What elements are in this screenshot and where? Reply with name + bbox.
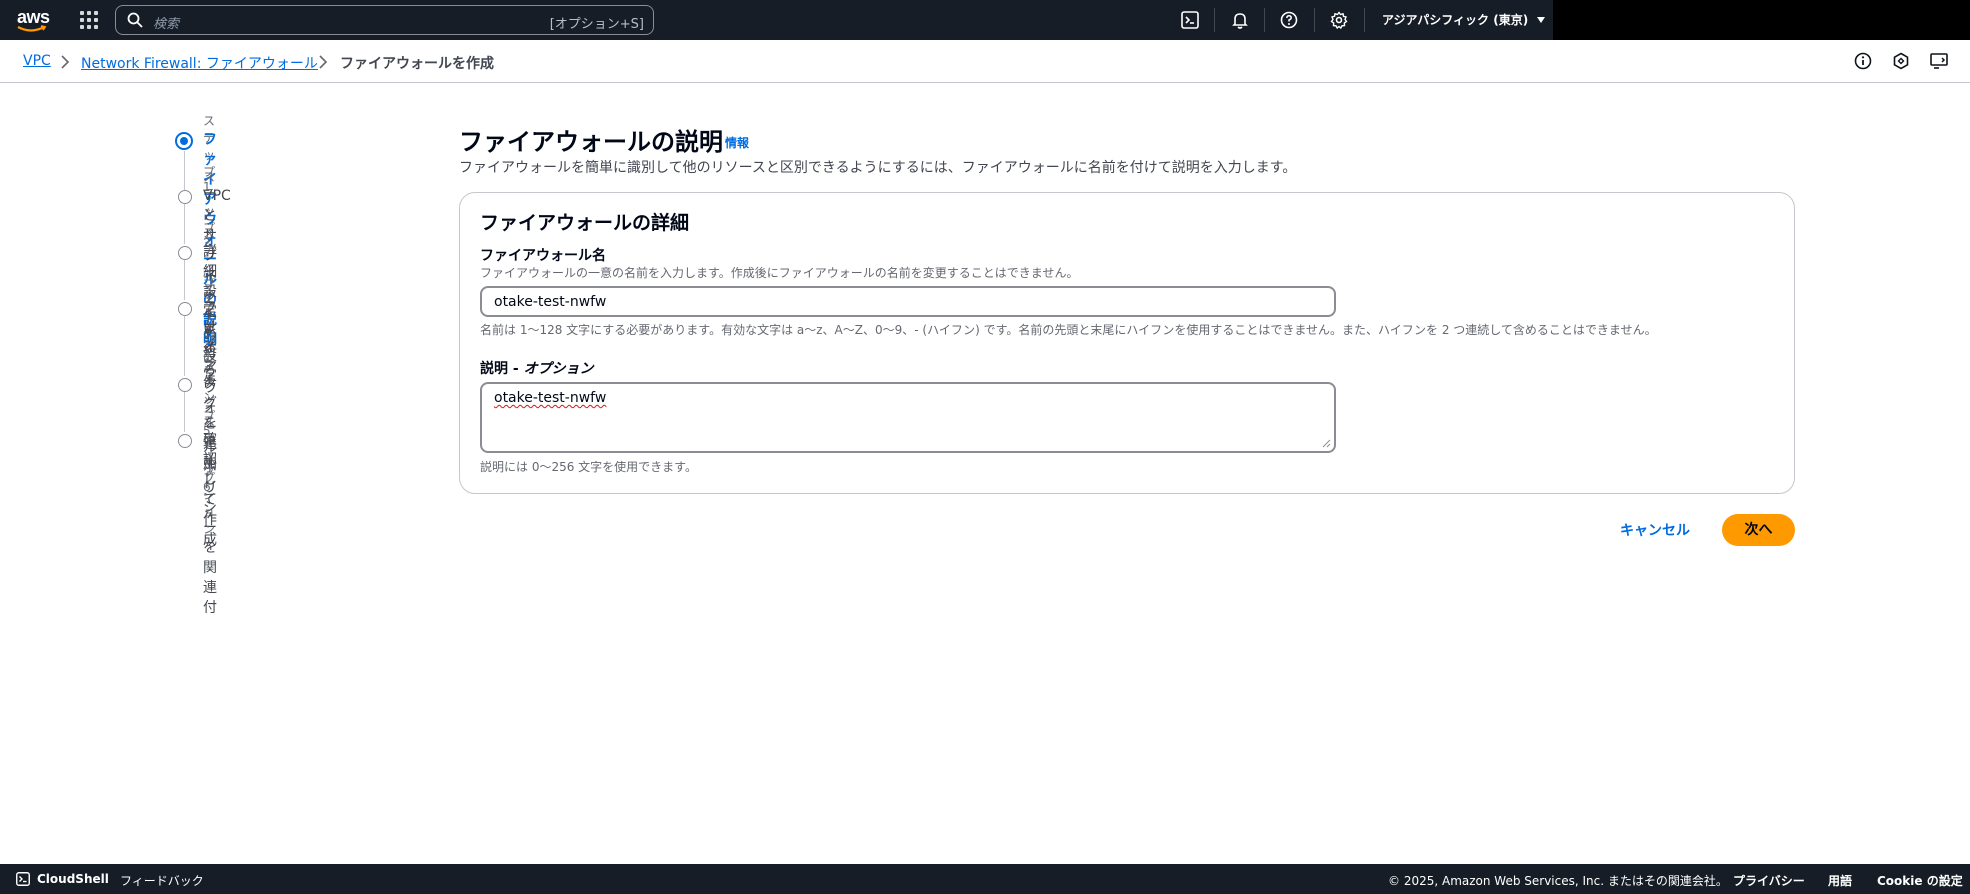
- services-menu-icon[interactable]: [80, 11, 98, 29]
- nav-divider: [1264, 8, 1265, 32]
- nav-right-area: [1553, 0, 1970, 40]
- step-1-indicator: [175, 132, 193, 150]
- step-6-indicator: [178, 434, 192, 448]
- footer: CloudShell フィードバック © 2025, Amazon Web Se…: [0, 864, 1970, 894]
- breadcrumb-network-firewall[interactable]: Network Firewall: ファイアウォール: [81, 53, 318, 73]
- tutorial-panel-icon[interactable]: [1930, 52, 1948, 70]
- info-panel-icon[interactable]: [1854, 52, 1872, 70]
- firewall-name-input[interactable]: otake-test-nwfw: [480, 286, 1336, 317]
- step-connector: [184, 204, 185, 244]
- page-description: ファイアウォールを簡単に識別して他のリソースと区別できるようにするには、ファイア…: [459, 160, 1297, 176]
- breadcrumb-vpc[interactable]: VPC: [23, 53, 51, 69]
- amazon-q-icon[interactable]: [1892, 52, 1910, 70]
- breadcrumb-current: ファイアウォールを作成: [340, 56, 494, 72]
- help-icon[interactable]: [1280, 11, 1298, 29]
- firewall-details-container: ファイアウォールの詳細 ファイアウォール名 ファイアウォールの一意の名前を入力し…: [459, 192, 1795, 494]
- next-button[interactable]: 次へ: [1722, 514, 1795, 546]
- step-connector: [184, 392, 185, 432]
- resize-handle-icon[interactable]: [1322, 439, 1331, 448]
- firewall-name-value: otake-test-nwfw: [494, 294, 607, 310]
- feedback-link[interactable]: フィードバック: [120, 872, 204, 889]
- terms-link[interactable]: 用語: [1828, 872, 1852, 889]
- step-5-indicator: [178, 378, 192, 392]
- nav-divider: [1214, 8, 1215, 32]
- copyright-text: © 2025, Amazon Web Services, Inc. またはその関…: [1388, 874, 1728, 888]
- caret-down-icon: [1537, 17, 1546, 23]
- top-navigation: aws 検索 [オプション+S] アジアパシフィック (東京): [0, 0, 1970, 40]
- step-4-title-line2: ける: [203, 320, 217, 356]
- cloudshell-link[interactable]: CloudShell: [37, 872, 109, 886]
- cloudshell-footer-icon: [16, 872, 30, 886]
- cancel-button[interactable]: キャンセル: [1620, 520, 1690, 540]
- cookie-settings-link[interactable]: Cookie の設定: [1877, 872, 1963, 889]
- firewall-name-description: ファイアウォールの一意の名前を入力します。作成後にファイアウォールの名前を変更す…: [480, 266, 1079, 280]
- cloudshell-icon[interactable]: [1181, 11, 1199, 29]
- chevron-right-icon: [319, 55, 328, 69]
- search-icon: [127, 12, 143, 28]
- step-6-title: 確認して作成: [203, 432, 217, 548]
- step-3-indicator: [178, 246, 192, 260]
- step-connector: [184, 151, 185, 190]
- aws-smile-icon: [17, 25, 47, 32]
- privacy-link[interactable]: プライバシー: [1733, 872, 1805, 889]
- breadcrumb: VPC Network Firewall: ファイアウォール ファイアウォールを…: [0, 40, 1970, 83]
- nav-divider: [1314, 8, 1315, 32]
- step-4-indicator: [178, 302, 192, 316]
- page-title: ファイアウォールの説明: [459, 128, 723, 156]
- container-heading: ファイアウォールの詳細: [480, 212, 690, 234]
- description-textarea[interactable]: otake-test-nwfw: [480, 382, 1336, 453]
- region-selector[interactable]: アジアパシフィック (東京): [1382, 11, 1546, 28]
- info-link[interactable]: 情報: [725, 134, 749, 151]
- optional-label: オプション: [523, 361, 594, 377]
- bell-icon[interactable]: [1231, 11, 1249, 29]
- search-placeholder: 検索: [153, 17, 180, 32]
- chevron-right-icon: [61, 55, 70, 69]
- description-label: 説明 - オプション: [480, 361, 594, 377]
- search-shortcut: [オプション+S]: [549, 17, 644, 32]
- description-constraint: 説明には 0〜256 文字を使用できます。: [480, 460, 697, 474]
- search-bar[interactable]: 検索 [オプション+S]: [115, 5, 654, 35]
- step-2-indicator: [178, 190, 192, 204]
- step-connector: [184, 260, 185, 300]
- description-value: otake-test-nwfw: [494, 390, 607, 406]
- step-connector: [184, 316, 185, 376]
- nav-divider: [1364, 8, 1365, 32]
- settings-icon[interactable]: [1330, 11, 1348, 29]
- firewall-name-label: ファイアウォール名: [480, 248, 606, 264]
- aws-logo[interactable]: aws: [17, 7, 50, 33]
- firewall-name-constraint: 名前は 1〜128 文字にする必要があります。有効な文字は a〜z、A〜Z、0〜…: [480, 323, 1657, 337]
